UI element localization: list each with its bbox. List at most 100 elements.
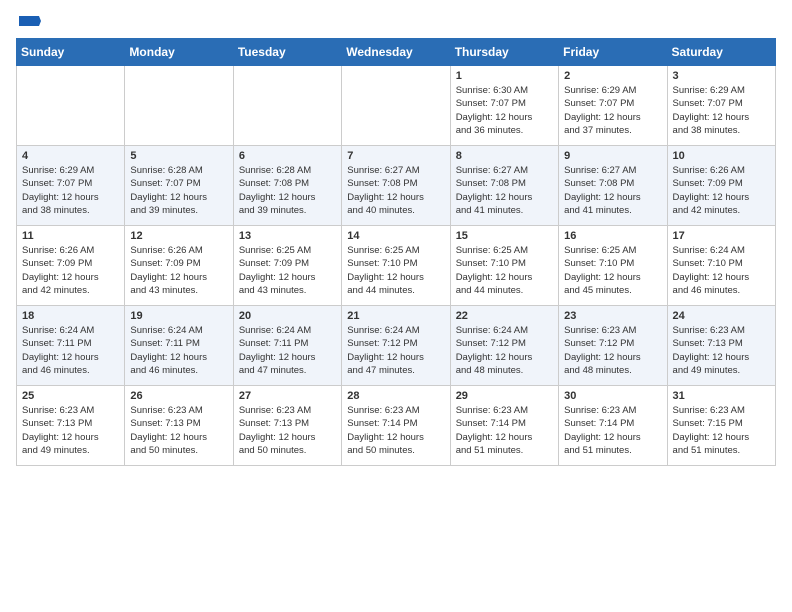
day-number: 28 <box>347 390 444 402</box>
calendar-cell: 16 Sunrise: 6:25 AM Sunset: 7:10 PM Dayli… <box>559 226 667 306</box>
day-number: 16 <box>564 230 661 242</box>
day-number: 21 <box>347 310 444 322</box>
day-number: 11 <box>22 230 119 242</box>
calendar-cell: 10 Sunrise: 6:26 AM Sunset: 7:09 PM Dayli… <box>667 146 775 226</box>
calendar-cell: 26Sunrise: 6:23 AM Sunset: 7:13 PM Dayli… <box>125 386 233 466</box>
calendar-cell: 31 Sunrise: 6:23 AM Sunset: 7:15 PM Dayli… <box>667 386 775 466</box>
calendar-cell: 13Sunrise: 6:25 AM Sunset: 7:09 PM Dayli… <box>233 226 341 306</box>
day-info: Sunrise: 6:23 AM Sunset: 7:14 PM Dayligh… <box>456 404 553 457</box>
calendar-cell: 2Sunrise: 6:29 AM Sunset: 7:07 PM Daylig… <box>559 66 667 146</box>
column-header-monday: Monday <box>125 39 233 66</box>
day-number: 14 <box>347 230 444 242</box>
calendar-cell: 15 Sunrise: 6:25 AM Sunset: 7:10 PM Dayli… <box>450 226 558 306</box>
calendar-cell: 24 Sunrise: 6:23 AM Sunset: 7:13 PM Dayli… <box>667 306 775 386</box>
calendar-cell: 25Sunrise: 6:23 AM Sunset: 7:13 PM Dayli… <box>17 386 125 466</box>
day-info: Sunrise: 6:25 AM Sunset: 7:09 PM Dayligh… <box>239 244 336 297</box>
calendar-cell: 22Sunrise: 6:24 AM Sunset: 7:12 PM Dayli… <box>450 306 558 386</box>
calendar-cell <box>342 66 450 146</box>
day-info: Sunrise: 6:24 AM Sunset: 7:12 PM Dayligh… <box>456 324 553 377</box>
day-info: Sunrise: 6:23 AM Sunset: 7:13 PM Dayligh… <box>130 404 227 457</box>
day-number: 17 <box>673 230 770 242</box>
day-info: Sunrise: 6:26 AM Sunset: 7:09 PM Dayligh… <box>130 244 227 297</box>
day-number: 24 <box>673 310 770 322</box>
calendar-cell: 30 Sunrise: 6:23 AM Sunset: 7:14 PM Dayli… <box>559 386 667 466</box>
day-info: Sunrise: 6:27 AM Sunset: 7:08 PM Dayligh… <box>456 164 553 217</box>
column-header-thursday: Thursday <box>450 39 558 66</box>
calendar-cell: 27 Sunrise: 6:23 AM Sunset: 7:13 PM Dayli… <box>233 386 341 466</box>
week-row-3: 11 Sunrise: 6:26 AM Sunset: 7:09 PM Dayli… <box>17 226 776 306</box>
week-row-1: 1 Sunrise: 6:30 AM Sunset: 7:07 PM Daylig… <box>17 66 776 146</box>
day-number: 10 <box>673 150 770 162</box>
calendar-cell: 14 Sunrise: 6:25 AM Sunset: 7:10 PM Dayli… <box>342 226 450 306</box>
calendar-cell: 9 Sunrise: 6:27 AM Sunset: 7:08 PM Daylig… <box>559 146 667 226</box>
day-info: Sunrise: 6:23 AM Sunset: 7:13 PM Dayligh… <box>239 404 336 457</box>
day-number: 31 <box>673 390 770 402</box>
week-row-2: 4 Sunrise: 6:29 AM Sunset: 7:07 PM Daylig… <box>17 146 776 226</box>
calendar-cell: 20 Sunrise: 6:24 AM Sunset: 7:11 PM Dayli… <box>233 306 341 386</box>
calendar-cell: 28 Sunrise: 6:23 AM Sunset: 7:14 PM Dayli… <box>342 386 450 466</box>
day-info: Sunrise: 6:23 AM Sunset: 7:13 PM Dayligh… <box>22 404 119 457</box>
day-number: 3 <box>673 70 770 82</box>
calendar-cell: 1 Sunrise: 6:30 AM Sunset: 7:07 PM Daylig… <box>450 66 558 146</box>
day-info: Sunrise: 6:25 AM Sunset: 7:10 PM Dayligh… <box>564 244 661 297</box>
calendar-cell: 11 Sunrise: 6:26 AM Sunset: 7:09 PM Dayli… <box>17 226 125 306</box>
calendar-cell: 23 Sunrise: 6:23 AM Sunset: 7:12 PM Dayli… <box>559 306 667 386</box>
day-number: 9 <box>564 150 661 162</box>
calendar-cell: 8Sunrise: 6:27 AM Sunset: 7:08 PM Daylig… <box>450 146 558 226</box>
calendar-cell: 6 Sunrise: 6:28 AM Sunset: 7:08 PM Daylig… <box>233 146 341 226</box>
day-number: 4 <box>22 150 119 162</box>
column-header-wednesday: Wednesday <box>342 39 450 66</box>
day-number: 1 <box>456 70 553 82</box>
day-info: Sunrise: 6:23 AM Sunset: 7:13 PM Dayligh… <box>673 324 770 377</box>
column-header-saturday: Saturday <box>667 39 775 66</box>
day-number: 30 <box>564 390 661 402</box>
week-row-5: 25Sunrise: 6:23 AM Sunset: 7:13 PM Dayli… <box>17 386 776 466</box>
day-number: 12 <box>130 230 227 242</box>
day-info: Sunrise: 6:28 AM Sunset: 7:07 PM Dayligh… <box>130 164 227 217</box>
day-info: Sunrise: 6:24 AM Sunset: 7:12 PM Dayligh… <box>347 324 444 377</box>
day-info: Sunrise: 6:24 AM Sunset: 7:10 PM Dayligh… <box>673 244 770 297</box>
calendar-cell: 19 Sunrise: 6:24 AM Sunset: 7:11 PM Dayli… <box>125 306 233 386</box>
column-header-tuesday: Tuesday <box>233 39 341 66</box>
calendar-cell: 29Sunrise: 6:23 AM Sunset: 7:14 PM Dayli… <box>450 386 558 466</box>
calendar-cell <box>233 66 341 146</box>
day-info: Sunrise: 6:23 AM Sunset: 7:12 PM Dayligh… <box>564 324 661 377</box>
day-info: Sunrise: 6:26 AM Sunset: 7:09 PM Dayligh… <box>22 244 119 297</box>
page-header <box>16 16 776 30</box>
day-info: Sunrise: 6:29 AM Sunset: 7:07 PM Dayligh… <box>673 84 770 137</box>
day-info: Sunrise: 6:27 AM Sunset: 7:08 PM Dayligh… <box>347 164 444 217</box>
day-info: Sunrise: 6:23 AM Sunset: 7:14 PM Dayligh… <box>564 404 661 457</box>
day-info: Sunrise: 6:28 AM Sunset: 7:08 PM Dayligh… <box>239 164 336 217</box>
header-row: SundayMondayTuesdayWednesdayThursdayFrid… <box>17 39 776 66</box>
day-number: 15 <box>456 230 553 242</box>
day-number: 5 <box>130 150 227 162</box>
column-header-friday: Friday <box>559 39 667 66</box>
day-info: Sunrise: 6:23 AM Sunset: 7:14 PM Dayligh… <box>347 404 444 457</box>
day-number: 19 <box>130 310 227 322</box>
calendar-cell: 5 Sunrise: 6:28 AM Sunset: 7:07 PM Daylig… <box>125 146 233 226</box>
day-info: Sunrise: 6:24 AM Sunset: 7:11 PM Dayligh… <box>130 324 227 377</box>
day-number: 18 <box>22 310 119 322</box>
calendar-cell: 7 Sunrise: 6:27 AM Sunset: 7:08 PM Daylig… <box>342 146 450 226</box>
calendar-cell: 18Sunrise: 6:24 AM Sunset: 7:11 PM Dayli… <box>17 306 125 386</box>
day-number: 2 <box>564 70 661 82</box>
logo-flag-icon <box>19 16 41 34</box>
day-number: 27 <box>239 390 336 402</box>
day-info: Sunrise: 6:30 AM Sunset: 7:07 PM Dayligh… <box>456 84 553 137</box>
day-info: Sunrise: 6:24 AM Sunset: 7:11 PM Dayligh… <box>239 324 336 377</box>
calendar-cell: 4 Sunrise: 6:29 AM Sunset: 7:07 PM Daylig… <box>17 146 125 226</box>
day-number: 7 <box>347 150 444 162</box>
calendar-cell: 12 Sunrise: 6:26 AM Sunset: 7:09 PM Dayli… <box>125 226 233 306</box>
day-number: 23 <box>564 310 661 322</box>
day-info: Sunrise: 6:26 AM Sunset: 7:09 PM Dayligh… <box>673 164 770 217</box>
day-number: 6 <box>239 150 336 162</box>
day-number: 20 <box>239 310 336 322</box>
day-info: Sunrise: 6:23 AM Sunset: 7:15 PM Dayligh… <box>673 404 770 457</box>
calendar-cell: 17 Sunrise: 6:24 AM Sunset: 7:10 PM Dayli… <box>667 226 775 306</box>
day-info: Sunrise: 6:27 AM Sunset: 7:08 PM Dayligh… <box>564 164 661 217</box>
day-info: Sunrise: 6:25 AM Sunset: 7:10 PM Dayligh… <box>347 244 444 297</box>
day-info: Sunrise: 6:29 AM Sunset: 7:07 PM Dayligh… <box>22 164 119 217</box>
day-info: Sunrise: 6:25 AM Sunset: 7:10 PM Dayligh… <box>456 244 553 297</box>
calendar-table: SundayMondayTuesdayWednesdayThursdayFrid… <box>16 38 776 466</box>
logo <box>16 16 41 30</box>
